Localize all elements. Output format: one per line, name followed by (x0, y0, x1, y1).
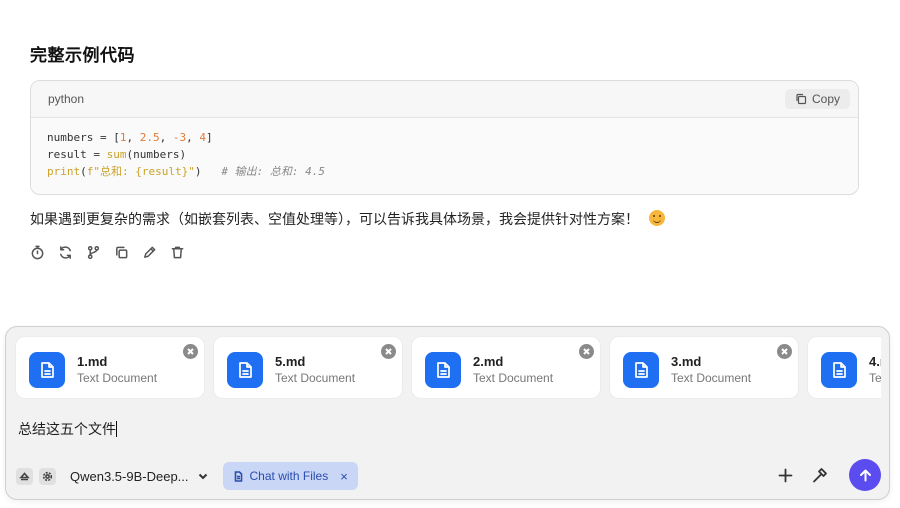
file-type: Text Document (275, 371, 356, 385)
chip-label: Chat with Files (249, 469, 329, 483)
copy-label: Copy (811, 92, 840, 106)
document-icon (227, 352, 263, 388)
remove-file-button[interactable] (381, 344, 396, 359)
timer-icon (31, 245, 43, 259)
file-name: 2.md (473, 354, 504, 369)
model-settings-button[interactable] (39, 467, 56, 485)
file-name: 4.md (869, 354, 881, 369)
file-name: 3.md (671, 354, 702, 369)
copy-code-button[interactable]: Copy (784, 89, 850, 109)
attached-file-card[interactable]: 4.md Text Document (807, 336, 881, 399)
edit-button[interactable] (141, 244, 157, 260)
close-icon (187, 348, 194, 355)
file-type: Text Document (473, 371, 554, 385)
attached-file-card[interactable]: 2.md Text Document (411, 336, 601, 399)
document-icon (29, 352, 65, 388)
delete-icon (171, 246, 183, 258)
text-caret (116, 421, 117, 437)
code-line-1: numbers = [1, 2.5, -3, 4] (47, 131, 213, 144)
chevron-down-icon (198, 473, 207, 480)
eject-icon (19, 471, 30, 480)
remove-file-button[interactable] (777, 344, 792, 359)
file-name: 5.md (275, 354, 306, 369)
code-block-header: python Copy (31, 81, 858, 118)
regenerate-icon (59, 245, 71, 259)
document-icon (234, 470, 242, 482)
chip-close-button[interactable]: × (340, 469, 348, 484)
assistant-reply-text: 如果遇到更复杂的需求（如嵌套列表、空值处理等），可以告诉我具体场景，我会提供针对… (30, 209, 665, 229)
close-icon (583, 348, 590, 355)
add-attachment-button[interactable] (775, 465, 795, 485)
attached-files-strip[interactable]: 1.md Text Document 5.md Text Document 2.… (15, 336, 881, 400)
code-line-3: print(f"总和: {result}") # 输出: 总和: 4.5 (47, 165, 325, 178)
attached-file-card[interactable]: 5.md Text Document (213, 336, 403, 399)
code-language-label: python (48, 92, 85, 106)
branch-button[interactable] (85, 244, 101, 260)
code-block: python Copy numbers = [1, 2.5, -3, 4] re… (30, 80, 859, 195)
file-type: Text Document (869, 371, 881, 385)
branch-icon (87, 245, 99, 259)
copy-message-button[interactable] (113, 244, 129, 260)
file-type: Text Document (77, 371, 158, 385)
document-icon (623, 352, 659, 388)
remove-file-button[interactable] (183, 344, 198, 359)
edit-icon (143, 246, 155, 258)
message-input[interactable]: 总结这五个文件 (18, 419, 117, 439)
tools-button[interactable] (809, 465, 829, 485)
timer-button[interactable] (29, 244, 45, 260)
file-type: Text Document (671, 371, 752, 385)
hammer-icon (812, 467, 827, 482)
close-icon (385, 348, 392, 355)
arrow-up-icon (859, 469, 871, 481)
delete-button[interactable] (169, 244, 185, 260)
chat-with-files-chip[interactable]: Chat with Files × (222, 462, 358, 490)
copy-icon (796, 93, 807, 105)
model-name: Qwen3.5-9B-Deep... (70, 468, 189, 484)
copy-icon (115, 246, 127, 258)
section-heading: 完整示例代码 (30, 46, 135, 66)
send-button[interactable] (849, 459, 881, 491)
composer-toolbar: Qwen3.5-9B-Deep... Chat with Files × (16, 461, 358, 491)
document-icon (821, 352, 857, 388)
code-content: numbers = [1, 2.5, -3, 4] result = sum(n… (31, 118, 858, 191)
code-line-2: result = sum(numbers) (47, 148, 187, 161)
attached-file-card[interactable]: 1.md Text Document (15, 336, 205, 399)
gear-icon (42, 471, 53, 481)
regenerate-button[interactable] (57, 244, 73, 260)
model-selector[interactable]: Qwen3.5-9B-Deep... (64, 462, 215, 490)
file-name: 1.md (77, 354, 108, 369)
attached-file-card[interactable]: 3.md Text Document (609, 336, 799, 399)
chat-composer: 1.md Text Document 5.md Text Document 2.… (5, 326, 890, 500)
remove-file-button[interactable] (579, 344, 594, 359)
message-actions (29, 244, 185, 260)
smile-emoji-icon (649, 210, 665, 226)
eject-model-button[interactable] (16, 467, 33, 485)
close-icon (781, 348, 788, 355)
plus-icon (778, 468, 792, 482)
document-icon (425, 352, 461, 388)
composer-right-tools (775, 459, 881, 491)
